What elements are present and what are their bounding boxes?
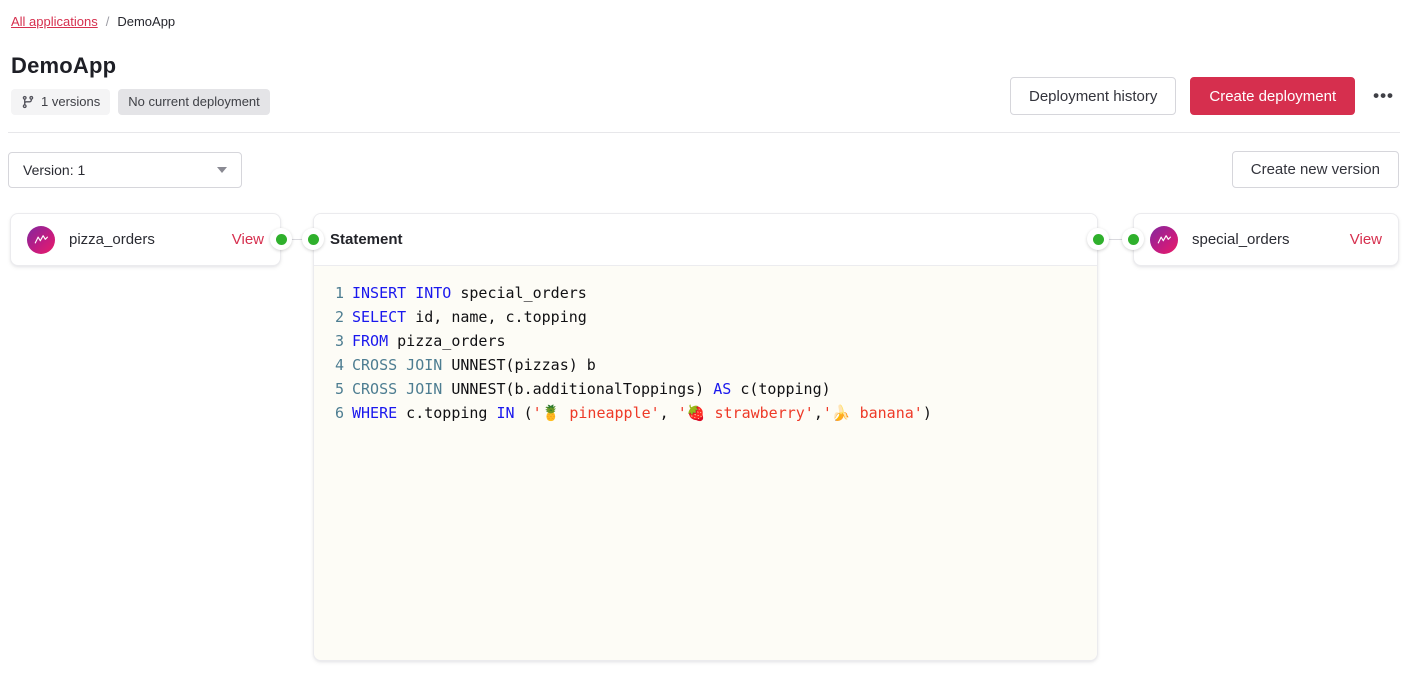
connection-dot — [302, 228, 324, 250]
line-number: 1 — [332, 281, 344, 305]
code-token-plain: pizza_orders — [388, 329, 505, 353]
more-options-icon[interactable]: ••• — [1369, 77, 1398, 115]
header-actions: Deployment history Create deployment ••• — [1010, 77, 1398, 115]
create-deployment-button[interactable]: Create deployment — [1190, 77, 1355, 115]
version-select[interactable]: Version: 1 — [8, 152, 242, 188]
chevron-down-icon — [217, 167, 227, 173]
connection-dot-core — [1093, 234, 1104, 245]
code-token-kw: SELECT — [352, 305, 406, 329]
version-select-value: Version: 1 — [23, 162, 85, 178]
line-number: 3 — [332, 329, 344, 353]
sink-stream-name: special_orders — [1192, 231, 1336, 248]
code-token-plain: id, name, c.topping — [406, 305, 587, 329]
source-stream-name: pizza_orders — [69, 231, 218, 248]
breadcrumb-separator: / — [106, 14, 110, 29]
page-header: DemoApp 1 versions No current deployment… — [0, 29, 1408, 115]
connection-dot — [1087, 228, 1109, 250]
code-token-kw: FROM — [352, 329, 388, 353]
sink-view-link[interactable]: View — [1350, 231, 1382, 248]
code-token-plain: c.topping — [397, 401, 496, 425]
code-line: 3 FROM pizza_orders — [332, 329, 1079, 353]
stream-icon — [27, 226, 55, 254]
version-toolbar: Version: 1 Create new version — [0, 133, 1408, 188]
stream-icon — [1150, 226, 1178, 254]
line-number: 6 — [332, 401, 344, 425]
source-view-link[interactable]: View — [232, 231, 264, 248]
code-token-plain: special_orders — [451, 281, 586, 305]
line-number: 2 — [332, 305, 344, 329]
code-line: 1 INSERT INTO special_orders — [332, 281, 1079, 305]
code-line: 4 CROSS JOIN UNNEST(pizzas) b — [332, 353, 1079, 377]
code-token-str: '🍌 banana' — [823, 401, 923, 425]
code-token-plain: UNNEST(b.additionalToppings) — [442, 377, 713, 401]
deployment-history-button[interactable]: Deployment history — [1010, 77, 1176, 115]
line-number: 4 — [332, 353, 344, 377]
statement-header: Statement — [314, 214, 1097, 266]
page-title: DemoApp — [11, 53, 270, 79]
code-token-plain: UNNEST(pizzas) b — [442, 353, 596, 377]
code-token-join: CROSS JOIN — [352, 377, 442, 401]
code-token-kw: AS — [713, 377, 731, 401]
code-token-plain: , — [814, 401, 823, 425]
code-token-plain: ) — [923, 401, 932, 425]
code-line: 5 CROSS JOIN UNNEST(b.additionalToppings)… — [332, 377, 1079, 401]
code-token-plain: , — [660, 401, 678, 425]
connection-dot-core — [308, 234, 319, 245]
deployment-status-badge: No current deployment — [118, 89, 270, 115]
statement-title: Statement — [330, 231, 403, 248]
code-line: 6 WHERE c.topping IN ('🍍 pineapple', '🍓 s… — [332, 401, 1079, 425]
code-token-kw: INSERT INTO — [352, 281, 451, 305]
line-number: 5 — [332, 377, 344, 401]
connection-dot-core — [1128, 234, 1139, 245]
versions-badge: 1 versions — [11, 89, 110, 115]
code-token-join: CROSS JOIN — [352, 353, 442, 377]
breadcrumb-current: DemoApp — [117, 14, 175, 29]
code-line: 2 SELECT id, name, c.topping — [332, 305, 1079, 329]
connection-dot — [270, 228, 292, 250]
code-block: 1 INSERT INTO special_orders 2 SELECT id, n… — [314, 266, 1097, 660]
connection-dot — [1122, 228, 1144, 250]
versions-badge-label: 1 versions — [41, 94, 100, 110]
create-new-version-button[interactable]: Create new version — [1232, 151, 1399, 188]
source-node-pizza-orders: pizza_orders View — [10, 213, 281, 266]
code-token-kw: IN — [497, 401, 515, 425]
page-header-left: DemoApp 1 versions No current deployment — [11, 53, 270, 115]
git-branch-icon — [21, 95, 35, 109]
connection-dot-core — [276, 234, 287, 245]
statement-node: Statement 1 INSERT INTO special_orders 2 SE… — [313, 213, 1098, 661]
breadcrumb: All applications / DemoApp — [0, 0, 1408, 29]
code-token-kw: WHERE — [352, 401, 397, 425]
code-token-plain: ( — [515, 401, 533, 425]
pipeline-canvas: pizza_orders View Statement 1 INSERT INTO… — [0, 213, 1408, 683]
code-token-str: '🍓 strawberry' — [678, 401, 814, 425]
code-token-str: '🍍 pineapple' — [533, 401, 660, 425]
sink-node-special-orders: special_orders View — [1133, 213, 1399, 266]
code-token-plain: c(topping) — [731, 377, 830, 401]
header-badges: 1 versions No current deployment — [11, 89, 270, 115]
breadcrumb-link-all-applications[interactable]: All applications — [11, 14, 98, 29]
